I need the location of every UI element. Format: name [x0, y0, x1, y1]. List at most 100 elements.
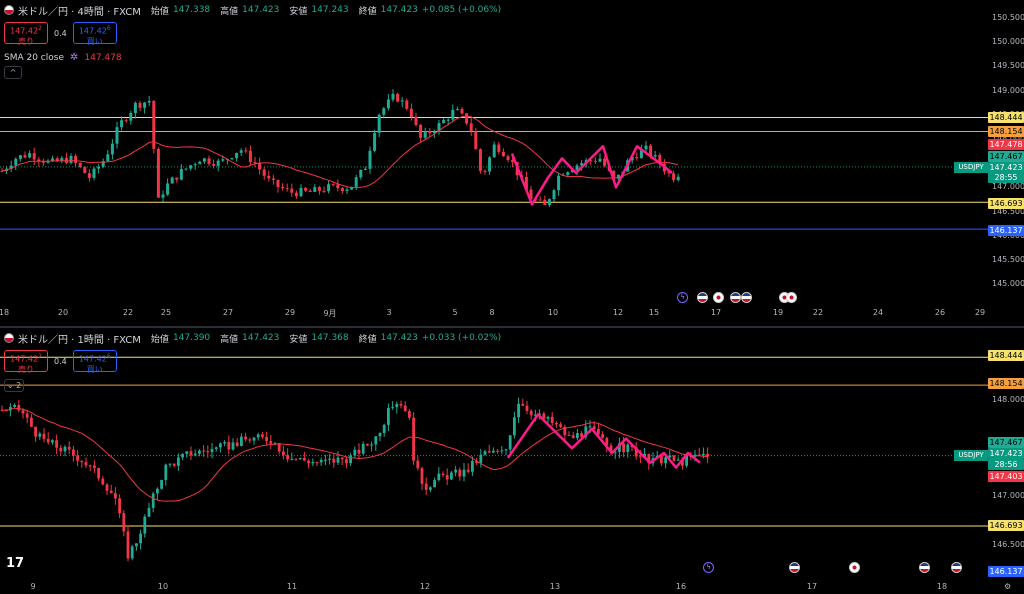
expand-indicators-button[interactable]: ⌄ 2	[4, 379, 24, 392]
candle-body	[479, 454, 483, 464]
low-label: 安値	[289, 334, 308, 345]
candle-body	[189, 451, 193, 456]
candle-body	[299, 187, 303, 197]
settings-gear-icon[interactable]: ⚙	[1004, 582, 1011, 591]
candle-body	[412, 417, 415, 461]
candle-body	[235, 442, 239, 446]
time-tick-label: 12	[419, 582, 431, 591]
candle-body	[441, 473, 445, 476]
candle-body	[405, 100, 409, 109]
candle-body	[353, 449, 357, 456]
candle-body	[143, 516, 147, 534]
candlestick-chart-1h[interactable]	[0, 328, 1024, 594]
price-label: 148.444	[988, 350, 1024, 361]
zigzag-line	[506, 413, 701, 469]
time-tick-label: 20	[57, 308, 69, 317]
candle-body	[276, 179, 280, 187]
time-tick-label: 26	[934, 308, 946, 317]
jp-event-icon[interactable]	[849, 562, 860, 573]
candle-body	[552, 190, 556, 200]
candle-body	[135, 543, 138, 547]
tradingview-logo[interactable]: 17	[6, 556, 24, 571]
event-bolt-icon[interactable]: ϟ	[703, 562, 714, 573]
time-tick-label: 16	[675, 582, 687, 591]
collapse-legend-button[interactable]: ^	[4, 66, 22, 79]
candle-body	[377, 114, 381, 133]
candle-body	[281, 186, 285, 189]
candle-body	[120, 120, 124, 128]
candle-body	[454, 469, 457, 473]
candle-body	[336, 184, 340, 189]
candle-body	[361, 443, 365, 454]
candle-body	[391, 93, 395, 100]
candle-body	[156, 488, 159, 494]
usdjpy-flag-icon	[4, 5, 14, 15]
candle-body	[303, 457, 306, 461]
candle-body	[538, 199, 542, 201]
candle-body	[126, 531, 130, 559]
candle-body	[212, 163, 216, 166]
candle-body	[462, 469, 466, 477]
candle-body	[474, 131, 478, 150]
buy-button[interactable]: 147.426 買い	[72, 22, 117, 46]
price-label: 146.693	[988, 520, 1024, 531]
candle-body	[198, 450, 201, 454]
jp-event-icon[interactable]	[713, 292, 724, 303]
candle-body	[286, 455, 289, 460]
candle-body	[282, 451, 285, 456]
candle-body	[455, 109, 459, 111]
candle-body	[492, 144, 496, 158]
candle-body	[487, 451, 491, 453]
symbol-title[interactable]: 米ドル／円 · 4時間 · FXCM	[18, 3, 141, 18]
buy-button[interactable]: 147.426 買い	[72, 350, 117, 374]
candle-body	[34, 426, 37, 437]
sma-indicator-legend[interactable]: SMA 20 close ✲ 147.478	[4, 52, 122, 63]
candle-body	[177, 457, 180, 466]
symbol-title[interactable]: 米ドル／円 · 1時間 · FXCM	[18, 331, 141, 346]
us-event-icon[interactable]	[919, 562, 930, 573]
candle-body	[354, 177, 358, 187]
candle-body	[244, 150, 248, 152]
candle-body	[601, 434, 604, 438]
candle-body	[198, 161, 202, 165]
time-tick-label: 15	[648, 308, 660, 317]
us-event-icon[interactable]	[730, 292, 741, 303]
high-label: 高値	[220, 6, 239, 17]
time-tick-label: 5	[452, 308, 458, 317]
candle-body	[83, 166, 87, 174]
candle-body	[206, 451, 210, 453]
candle-body	[130, 546, 134, 559]
jp-event-icon[interactable]	[786, 292, 797, 303]
price-label: 148.154	[988, 126, 1024, 137]
us-event-icon[interactable]	[741, 292, 752, 303]
close-value: 147.423	[380, 333, 418, 343]
event-bolt-icon[interactable]: ϟ	[677, 292, 688, 303]
time-tick-label: 8	[489, 308, 495, 317]
us-event-icon[interactable]	[789, 562, 800, 573]
candle-body	[571, 435, 575, 439]
low-label: 安値	[289, 6, 308, 17]
time-tick-label: 18	[936, 582, 948, 591]
candlestick-chart-4h[interactable]	[0, 0, 1024, 326]
candle-body	[340, 457, 344, 460]
candle-body	[55, 440, 58, 448]
sma-line	[1, 115, 679, 189]
time-tick-label: 29	[284, 308, 296, 317]
candle-body	[363, 168, 367, 170]
us-event-icon[interactable]	[951, 562, 962, 573]
candle-body	[129, 113, 133, 121]
chart-pane-1h[interactable]: 米ドル／円 · 1時間 · FXCM 始値 147.390 高値 147.423 安…	[0, 328, 1024, 594]
us-event-icon[interactable]	[697, 292, 708, 303]
candle-body	[373, 132, 377, 151]
spread-value: 0.4	[54, 356, 67, 366]
candle-body	[465, 113, 469, 124]
candle-body	[114, 493, 117, 499]
sell-button[interactable]: 147.422 売り	[4, 22, 48, 46]
candle-body	[466, 469, 470, 472]
candle-body	[14, 158, 18, 166]
chart-pane-4h[interactable]: 米ドル／円 · 4時間 · FXCM 始値 147.338 高値 147.423 安…	[0, 0, 1024, 326]
candle-body	[51, 440, 54, 443]
candle-body	[471, 460, 474, 472]
sell-button[interactable]: 147.422 売り	[4, 350, 48, 374]
candle-body	[179, 168, 183, 180]
